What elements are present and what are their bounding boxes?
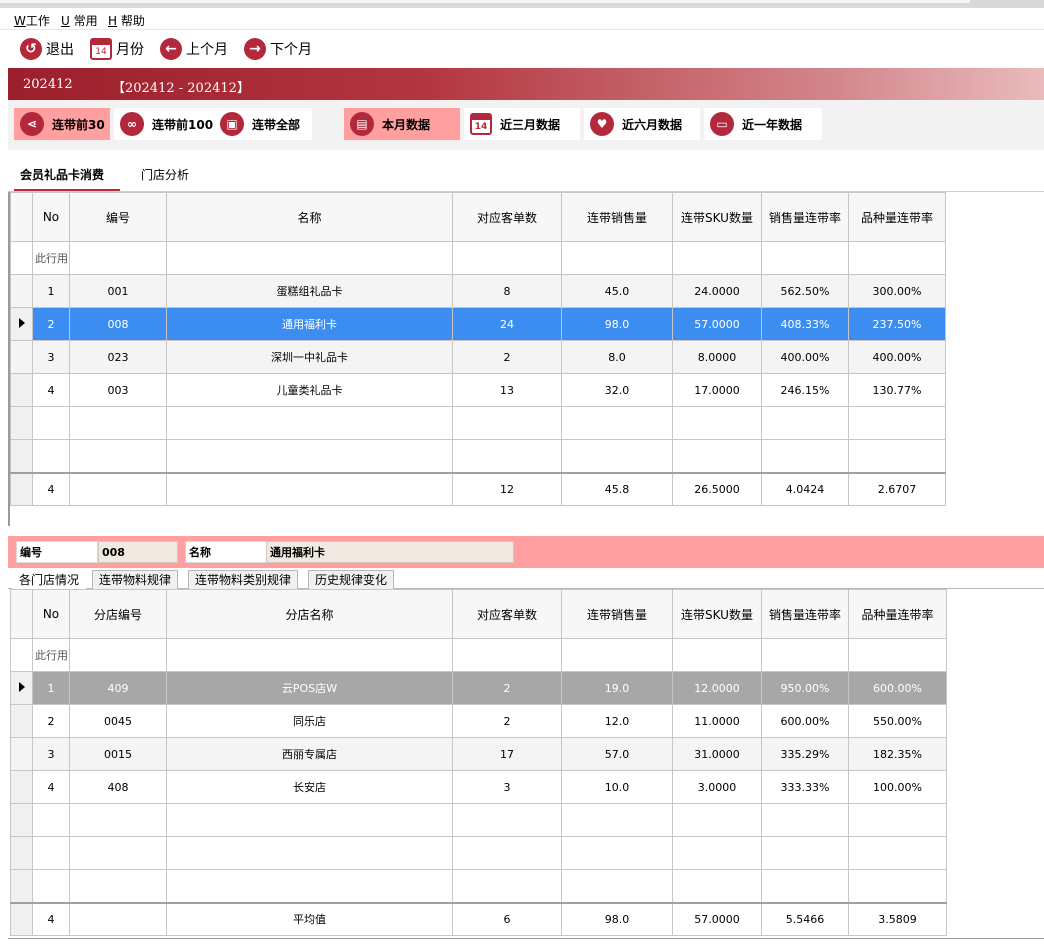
col-header[interactable]: 品种量连带率 <box>848 589 947 639</box>
table-row[interactable]: 4 003 儿童类礼品卡 13 32.0 17.0000 246.15% 130… <box>10 373 946 407</box>
empty-row <box>10 869 947 903</box>
empty-row <box>10 406 946 440</box>
prev-month-button[interactable]: ← 上个月 <box>160 36 228 62</box>
table-row-selected[interactable]: 1 409 云POS店W 2 19.0 12.0000 950.00% 600.… <box>10 671 947 705</box>
clipboard-icon: ▤ <box>350 112 374 136</box>
col-header[interactable]: 连带SKU数量 <box>672 589 762 639</box>
table-row[interactable]: 4 408 长安店 3 10.0 3.0000 333.33% 100.00% <box>10 770 947 804</box>
code-label: 编号 <box>16 541 98 563</box>
filter-label: 此行用 <box>32 241 70 275</box>
col-header[interactable]: 名称 <box>166 192 453 242</box>
monitor-icon: ▭ <box>710 112 734 136</box>
name-label: 名称 <box>185 541 267 563</box>
table-row[interactable]: 1 001 蛋糕组礼品卡 8 45.0 24.0000 562.50% 300.… <box>10 274 946 308</box>
arrow-right-icon: → <box>244 38 266 60</box>
arrow-left-icon: ← <box>160 38 182 60</box>
filter-row[interactable]: 此行用 <box>10 241 946 275</box>
bottom-border <box>8 938 1044 939</box>
gift-card-grid: No 编号 名称 对应客单数 连带销售量 连带SKU数量 销售量连带率 品种量连… <box>10 192 946 506</box>
six-months-button[interactable]: ♥ 近六月数据 <box>584 108 700 140</box>
col-header[interactable]: No <box>32 192 70 242</box>
col-header[interactable]: No <box>32 589 70 639</box>
heart-icon: ♥ <box>590 112 614 136</box>
col-header[interactable]: 对应客单数 <box>452 192 562 242</box>
filter-label: 此行用 <box>32 638 70 672</box>
menu-common[interactable]: U 常用 <box>61 12 98 29</box>
col-header[interactable]: 分店编号 <box>69 589 167 639</box>
total-row: 4 12 45.8 26.5000 4.0424 2.6707 <box>10 471 946 506</box>
active-tab-indicator <box>14 189 120 191</box>
table-row[interactable]: 3 0015 西丽专属店 17 57.0 31.0000 335.29% 182… <box>10 737 947 771</box>
exit-button[interactable]: ↺ 退出 <box>20 36 74 62</box>
image-icon: ▣ <box>220 112 244 136</box>
month-button[interactable]: 14 月份 <box>90 36 144 62</box>
col-header[interactable]: 编号 <box>69 192 167 242</box>
col-header[interactable]: 销售量连带率 <box>761 589 849 639</box>
detail-bar: 编号 008 名称 通用福利卡 <box>8 536 1044 568</box>
toolbar: ↺ 退出 14 月份 ← 上个月 → 下个月 <box>0 30 1044 68</box>
tab-store-analysis[interactable]: 门店分析 <box>141 166 189 183</box>
table-row[interactable]: 3 023 深圳一中礼品卡 2 8.0 8.0000 400.00% 400.0… <box>10 340 946 374</box>
tab-category-rule[interactable]: 连带物料类别规律 <box>188 570 299 589</box>
empty-row <box>10 803 947 837</box>
tab-member-gift-card[interactable]: 会员礼品卡消费 <box>20 166 104 183</box>
filter-row[interactable]: 此行用 <box>10 638 947 672</box>
col-header[interactable]: 销售量连带率 <box>761 192 849 242</box>
calendar-icon: 14 <box>90 38 112 60</box>
grid-header-row: No 分店编号 分店名称 对应客单数 连带销售量 连带SKU数量 销售量连带率 … <box>10 589 947 639</box>
period-range: 【202412 - 202412】 <box>112 81 250 96</box>
filter-row: ⋖ 连带前30 ∞ 连带前100 ▣ 连带全部 ▤ 本月数据 14 近三月数据 … <box>8 100 1044 150</box>
col-header[interactable]: 连带销售量 <box>561 589 673 639</box>
filter-top30-button[interactable]: ⋖ 连带前30 <box>14 108 110 140</box>
empty-row <box>10 439 946 473</box>
link-icon: ∞ <box>120 112 144 136</box>
current-row-icon <box>18 317 25 328</box>
col-header[interactable]: 品种量连带率 <box>848 192 946 242</box>
tab-material-rule[interactable]: 连带物料规律 <box>92 570 179 589</box>
tab-stores[interactable]: 各门店情况 <box>12 570 87 589</box>
table-row[interactable]: 2 0045 同乐店 2 12.0 11.0000 600.00% 550.00… <box>10 704 947 738</box>
name-field[interactable]: 通用福利卡 <box>266 541 514 563</box>
col-header[interactable]: 连带SKU数量 <box>672 192 762 242</box>
period-bar: 202412 【202412 - 202412】 <box>8 68 1044 100</box>
three-months-button[interactable]: 14 近三月数据 <box>464 108 580 140</box>
filter-all-button[interactable]: ▣ 连带全部 <box>214 108 312 140</box>
exit-icon: ↺ <box>20 38 42 60</box>
code-field[interactable]: 008 <box>98 541 178 563</box>
title-strip <box>0 0 1044 8</box>
main-tabs: 会员礼品卡消费 门店分析 <box>8 150 1044 192</box>
store-grid: No 分店编号 分店名称 对应客单数 连带销售量 连带SKU数量 销售量连带率 … <box>10 589 947 936</box>
menu-help[interactable]: H 帮助 <box>108 12 145 29</box>
total-row: 4 平均值 6 98.0 57.0000 5.5466 3.5809 <box>10 901 947 936</box>
tab-history[interactable]: 历史规律变化 <box>308 570 395 589</box>
menu-work[interactable]: W工作 <box>14 12 50 29</box>
grid-header-row: No 编号 名称 对应客单数 连带销售量 连带SKU数量 销售量连带率 品种量连… <box>10 192 946 242</box>
sub-tabs: 各门店情况 连带物料规律 连带物料类别规律 历史规律变化 <box>8 569 1044 589</box>
col-header[interactable]: 连带销售量 <box>561 192 673 242</box>
next-month-button[interactable]: → 下个月 <box>244 36 312 62</box>
this-month-button[interactable]: ▤ 本月数据 <box>344 108 460 140</box>
one-year-button[interactable]: ▭ 近一年数据 <box>704 108 822 140</box>
col-header[interactable]: 对应客单数 <box>452 589 562 639</box>
share-icon: ⋖ <box>20 112 44 136</box>
period-current: 202412 <box>23 77 73 92</box>
col-header[interactable]: 分店名称 <box>166 589 453 639</box>
menu-bar: W工作 U 常用 H 帮助 <box>0 8 1044 30</box>
empty-row <box>10 836 947 870</box>
calendar-icon: 14 <box>470 113 492 135</box>
current-row-icon <box>18 681 25 692</box>
filter-top100-button[interactable]: ∞ 连带前100 <box>114 108 214 140</box>
table-row-selected[interactable]: 2 008 通用福利卡 24 98.0 57.0000 408.33% 237.… <box>10 307 946 341</box>
